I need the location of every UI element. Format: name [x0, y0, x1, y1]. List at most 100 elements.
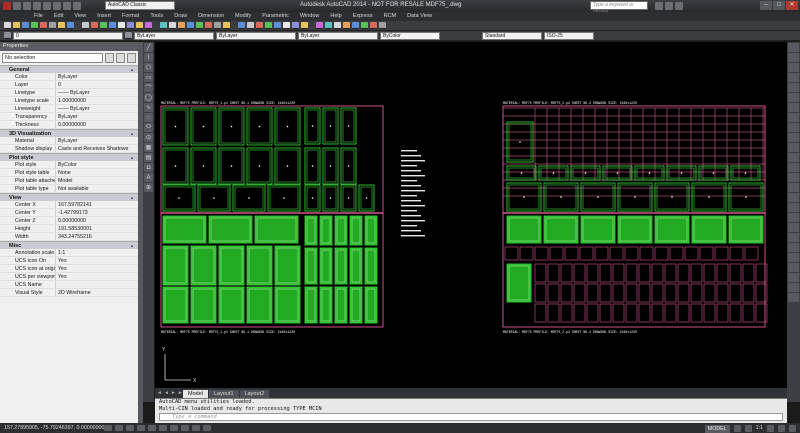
off-icon[interactable] [379, 22, 386, 29]
property-value[interactable]: Casts and Receives Shadows [55, 145, 138, 152]
paste-icon[interactable] [82, 22, 89, 29]
plot-icon[interactable] [53, 2, 61, 10]
property-row[interactable]: Linetype —— ByLayer [0, 89, 138, 97]
property-value[interactable]: Not available [55, 185, 138, 192]
osnap-toggle[interactable] [148, 425, 156, 431]
app-menu-icon[interactable] [3, 2, 11, 10]
color-dropdown[interactable]: ByLayer [134, 32, 214, 40]
ducs-toggle[interactable] [170, 425, 178, 431]
section-3d-visualization[interactable]: 3D Visualization [0, 129, 138, 138]
quick-view-drawings-icon[interactable] [744, 424, 752, 432]
save-as-icon[interactable] [43, 2, 51, 10]
construction-line-icon[interactable]: ⌇ [144, 53, 153, 62]
camera-icon[interactable] [301, 22, 308, 29]
section-plot-style[interactable]: Plot style [0, 153, 138, 162]
quick-select-icon[interactable] [127, 53, 136, 63]
quick-view-layouts-icon[interactable] [733, 424, 741, 432]
tpy-toggle[interactable] [203, 425, 211, 431]
zoom-realtime-icon[interactable] [127, 22, 134, 29]
modify-tool-icon[interactable] [788, 213, 799, 222]
menu-item-draw[interactable]: Draw [174, 12, 187, 21]
mtext-icon[interactable]: A [144, 173, 153, 182]
menu-item-express[interactable]: Express [353, 12, 373, 21]
menu-item-tools[interactable]: Tools [150, 12, 163, 21]
property-value[interactable]: 167.59782141 [55, 201, 138, 208]
modify-tool-icon[interactable] [788, 263, 799, 272]
modify-tool-icon[interactable] [788, 163, 799, 172]
markup-icon[interactable] [196, 22, 203, 29]
modify-tool-icon[interactable] [788, 203, 799, 212]
undo-icon[interactable] [63, 2, 71, 10]
property-value[interactable]: 1.00000000 [55, 97, 138, 104]
dim-style-dropdown[interactable]: ISO-25 [544, 32, 594, 40]
view-icon[interactable] [274, 22, 281, 29]
otrack-toggle[interactable] [159, 425, 167, 431]
help-icon[interactable] [214, 22, 221, 29]
spline-icon[interactable]: ◌ [144, 113, 153, 122]
workspace-dropdown[interactable]: AutoCAD Classic [105, 1, 175, 10]
property-value[interactable]: ByLayer [55, 113, 138, 120]
property-value[interactable]: Yes [55, 265, 138, 272]
property-row[interactable]: UCS Name [0, 281, 138, 289]
property-row[interactable]: Lineweight —— ByLayer [0, 105, 138, 113]
modify-tool-icon[interactable] [788, 293, 799, 302]
lineweight-dropdown[interactable]: ByLayer [298, 32, 378, 40]
property-row[interactable]: Plot table attached toModel [0, 177, 138, 185]
block-icon[interactable]: ⊙ [144, 133, 153, 142]
lock-icon[interactable] [778, 424, 785, 432]
property-value[interactable]: 2D Wireframe [55, 289, 138, 296]
property-value[interactable]: 1:1 [55, 249, 138, 256]
modify-tool-icon[interactable] [788, 223, 799, 232]
property-value[interactable]: 191.58530001 [55, 225, 138, 232]
polygon-icon[interactable]: ⬡ [144, 63, 153, 72]
modify-tool-icon[interactable] [788, 43, 799, 52]
ortho-toggle[interactable] [126, 425, 134, 431]
isolate-icon[interactable] [361, 22, 368, 29]
save-icon[interactable] [33, 2, 41, 10]
section-icon[interactable] [334, 22, 341, 29]
rectangle-icon[interactable]: ▭ [144, 73, 153, 82]
tab-model[interactable]: Model [183, 390, 208, 398]
minimize-button[interactable]: – [760, 1, 772, 10]
dyn-toggle[interactable] [181, 425, 189, 431]
menu-item-rcm[interactable]: RCM [384, 12, 397, 21]
grid-toggle[interactable] [115, 425, 123, 431]
menu-item-data-view[interactable]: Data View [407, 12, 432, 21]
command-input[interactable]: Type a command [159, 413, 783, 421]
sheet-set-icon[interactable] [187, 22, 194, 29]
modify-tool-icon[interactable] [788, 253, 799, 262]
menu-item-file[interactable]: File [34, 12, 43, 21]
search-input[interactable]: Type a keyword or phrase [590, 1, 648, 15]
sign-in-icon[interactable] [655, 2, 663, 10]
redo-icon[interactable] [73, 2, 81, 10]
property-row[interactable]: Color ByLayer [0, 73, 138, 81]
drawing-canvas[interactable]: MATERIAL: MDF75 PROFILE: MDF75_1.p1 SHEE… [155, 42, 787, 388]
text-style-dropdown[interactable]: Standard [482, 32, 542, 40]
exchange-icon[interactable] [665, 2, 673, 10]
qnew-icon[interactable] [4, 22, 11, 29]
modify-tool-icon[interactable] [788, 233, 799, 242]
property-value[interactable]: ByLayer [55, 137, 138, 144]
modify-tool-icon[interactable] [788, 83, 799, 92]
save-icon[interactable] [22, 22, 29, 29]
property-row[interactable]: Width 343.24755216 [0, 233, 138, 241]
section-general[interactable]: General [0, 65, 138, 74]
modify-tool-icon[interactable] [788, 143, 799, 152]
plotstyle-dropdown[interactable]: ByColor [380, 32, 440, 40]
property-row[interactable]: Plot table type Not available [0, 185, 138, 193]
tool-palettes-icon[interactable] [178, 22, 185, 29]
property-row[interactable]: UCS per viewport Yes [0, 273, 138, 281]
render-icon[interactable] [238, 22, 245, 29]
publish-icon[interactable] [49, 22, 56, 29]
property-row[interactable]: Plot style table None [0, 169, 138, 177]
visual-style-icon[interactable] [265, 22, 272, 29]
property-value[interactable]: Yes [55, 257, 138, 264]
modify-tool-icon[interactable] [788, 273, 799, 282]
modify-tool-icon[interactable] [788, 123, 799, 132]
property-value[interactable] [55, 281, 138, 288]
clean-screen-icon[interactable] [789, 424, 796, 432]
model-space-button[interactable]: MODEL [704, 424, 730, 433]
make-current-icon[interactable] [125, 32, 132, 39]
property-row[interactable]: Center X 167.59782141 [0, 201, 138, 209]
property-row[interactable]: Linetype scale 1.00000000 [0, 97, 138, 105]
